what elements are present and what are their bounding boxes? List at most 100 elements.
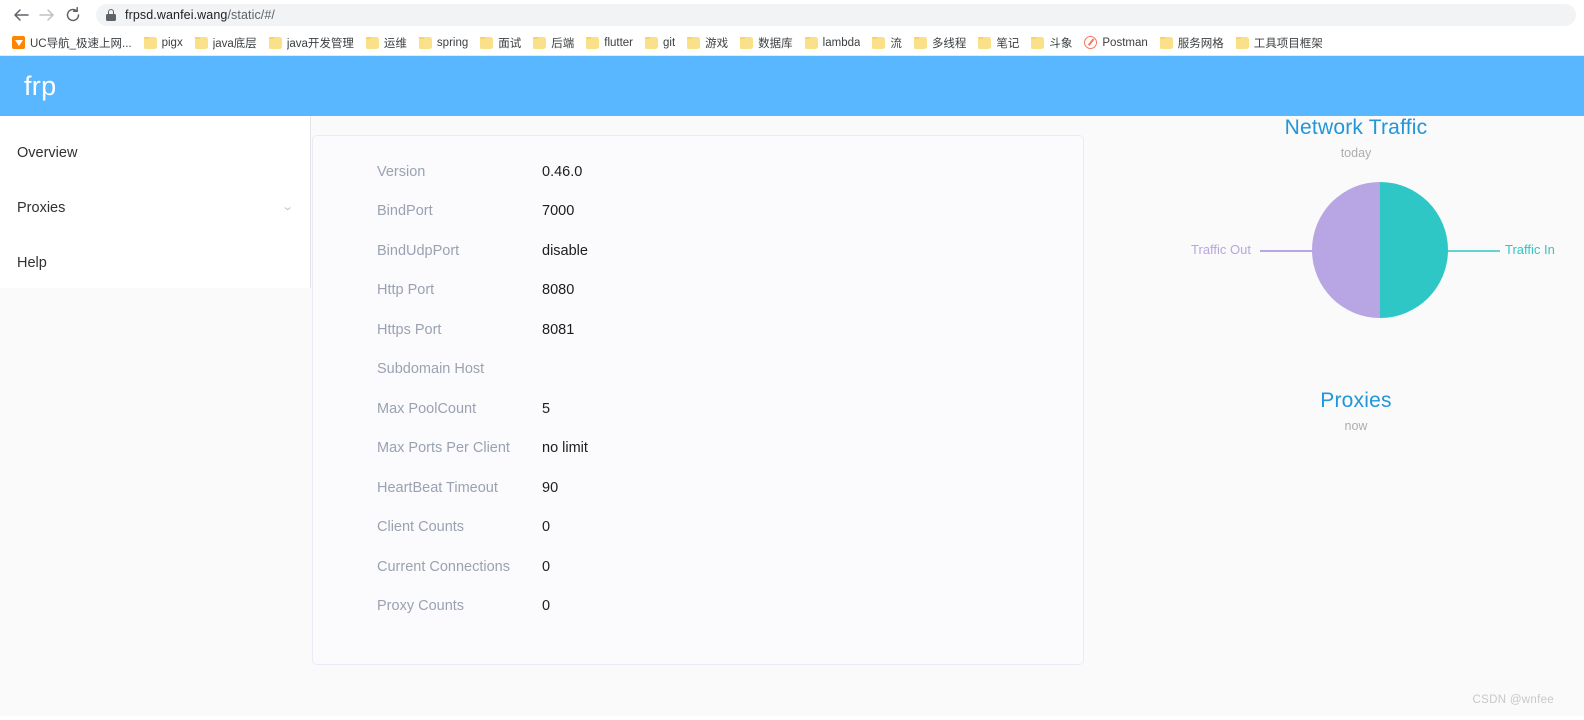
bookmark-label: 游戏	[705, 37, 729, 50]
bookmark-item[interactable]: 斗象	[1025, 32, 1078, 54]
info-value: 0	[542, 519, 551, 536]
chevron-down-icon[interactable]: ⌄	[281, 202, 293, 213]
bookmark-item[interactable]: UC导航_极速上网...	[6, 32, 138, 54]
info-value: no limit	[542, 440, 588, 457]
browser-toolbar: frpsd.wanfei.wang/static/#/	[0, 0, 1584, 30]
folder-icon	[143, 36, 157, 49]
info-value: 0.46.0	[542, 163, 583, 180]
bookmark-item[interactable]: 运维	[360, 32, 413, 54]
proxies-chart-subtitle: now	[1344, 419, 1368, 433]
bookmark-item[interactable]: flutter	[580, 32, 639, 54]
sidebar-item-proxies[interactable]: Proxies ⌄	[0, 180, 310, 235]
bookmark-label: 笔记	[996, 37, 1020, 50]
charts-panel: Network Traffic today Traffic Out Traffi…	[1116, 116, 1584, 716]
forward-icon[interactable]	[34, 2, 60, 28]
bookmark-item[interactable]: Postman	[1078, 32, 1153, 54]
bookmark-label: 多线程	[931, 37, 967, 50]
folder-icon	[1235, 36, 1249, 49]
bookmark-item[interactable]: java底层	[189, 32, 263, 54]
sidebar-item-help[interactable]: Help	[0, 235, 310, 290]
app-header: frp	[0, 56, 1584, 116]
bookmark-label: 后端	[551, 37, 575, 50]
proxies-chart: Proxies now	[1116, 389, 1584, 433]
app-body: Overview Proxies ⌄ Help Version 0.46.0 BindPo…	[0, 116, 1584, 716]
uc-navigation-icon	[12, 36, 25, 49]
bookmark-label: Postman	[1102, 36, 1148, 49]
bookmark-item[interactable]: 数据库	[734, 32, 799, 54]
folder-icon	[740, 36, 754, 49]
info-key: Max PoolCount	[377, 400, 477, 417]
postman-icon	[1084, 36, 1098, 49]
bookmarks-bar: UC导航_极速上网... pigx java底层 java开发管理 运维 spring 面试…	[0, 30, 1584, 56]
info-row: Http Port 8080	[313, 271, 1083, 311]
bookmark-label: 斗象	[1049, 37, 1073, 50]
bookmark-item[interactable]: git	[639, 32, 681, 54]
reload-icon[interactable]	[60, 2, 86, 28]
pie-label-traffic-out: Traffic Out	[1191, 242, 1251, 257]
info-value: 8080	[542, 282, 575, 299]
proxies-chart-title: Proxies	[1320, 389, 1392, 412]
info-key: Client Counts	[377, 519, 465, 536]
info-row: Max Ports Per Client no limit	[313, 429, 1083, 469]
address-bar[interactable]: frpsd.wanfei.wang/static/#/	[96, 4, 1576, 26]
server-info-list: Version 0.46.0 BindPort 7000 BindUdpPort disa…	[313, 136, 1083, 626]
info-row: Client Counts 0	[313, 508, 1083, 548]
bookmark-label: UC导航_极速上网...	[30, 37, 132, 50]
info-value: 8081	[542, 321, 575, 338]
info-value: 5	[542, 400, 551, 417]
info-value: disable	[542, 242, 588, 259]
folder-icon	[194, 36, 208, 49]
bookmark-label: git	[663, 36, 676, 49]
info-row: Version 0.46.0	[313, 152, 1083, 192]
folder-icon	[645, 36, 659, 49]
url-host: frpsd.wanfei.wang	[125, 8, 228, 22]
bookmark-label: 工具项目框架	[1253, 37, 1323, 50]
bookmark-item[interactable]: pigx	[138, 32, 189, 54]
info-row: Subdomain Host	[313, 350, 1083, 390]
bookmark-item[interactable]: 流	[866, 32, 908, 54]
bookmark-item[interactable]: 工具项目框架	[1230, 32, 1329, 54]
bookmark-item[interactable]: 面试	[474, 32, 527, 54]
main-content: Version 0.46.0 BindPort 7000 BindUdpPort disa…	[311, 116, 1584, 716]
bookmark-label: java开发管理	[286, 37, 354, 50]
sidebar-item-overview[interactable]: Overview	[0, 125, 310, 180]
bookmark-item[interactable]: lambda	[799, 32, 867, 54]
folder-icon	[480, 36, 494, 49]
folder-icon	[687, 36, 701, 49]
back-icon[interactable]	[8, 2, 34, 28]
bookmark-item[interactable]: 多线程	[908, 32, 973, 54]
folder-icon	[1031, 36, 1045, 49]
bookmark-item[interactable]: 游戏	[681, 32, 734, 54]
bookmark-item[interactable]: java开发管理	[263, 32, 360, 54]
info-key: Proxy Counts	[377, 598, 465, 615]
info-key: HeartBeat Timeout	[377, 479, 498, 496]
bookmark-label: pigx	[161, 36, 183, 49]
frp-dashboard: frp Overview Proxies ⌄ Help Version 0.46.0 Bi…	[0, 56, 1584, 716]
chart-title: Network Traffic	[1284, 116, 1428, 139]
bookmark-label: flutter	[604, 36, 634, 49]
bookmark-label: 面试	[498, 37, 522, 50]
pie-label-traffic-in: Traffic In	[1505, 242, 1555, 257]
bookmark-label: 服务网格	[1177, 37, 1224, 50]
bookmark-item[interactable]: 后端	[527, 32, 580, 54]
info-key: Version	[377, 163, 426, 180]
folder-icon	[978, 36, 992, 49]
bookmark-label: 运维	[383, 37, 407, 50]
bookmark-item[interactable]: spring	[413, 32, 474, 54]
bookmark-item[interactable]: 服务网格	[1154, 32, 1230, 54]
info-key: Https Port	[377, 321, 442, 338]
watermark: CSDN @wnfee	[1472, 694, 1554, 706]
bookmark-item[interactable]: 笔记	[972, 32, 1025, 54]
pie-chart[interactable]: Traffic Out Traffic In	[1116, 182, 1584, 357]
info-key: Subdomain Host	[377, 361, 485, 378]
info-row: BindUdpPort disable	[313, 231, 1083, 271]
info-row: Current Connections 0	[313, 547, 1083, 587]
server-info-card: Version 0.46.0 BindPort 7000 BindUdpPort disa…	[312, 135, 1084, 665]
pie-slices[interactable]	[1312, 182, 1448, 318]
pie-leader-line-out	[1260, 250, 1312, 252]
info-row: Proxy Counts 0	[313, 587, 1083, 627]
info-row: HeartBeat Timeout 90	[313, 468, 1083, 508]
pie-leader-line-in	[1448, 250, 1500, 252]
sidebar-item-label: Help	[17, 254, 47, 271]
info-row: BindPort 7000	[313, 192, 1083, 232]
